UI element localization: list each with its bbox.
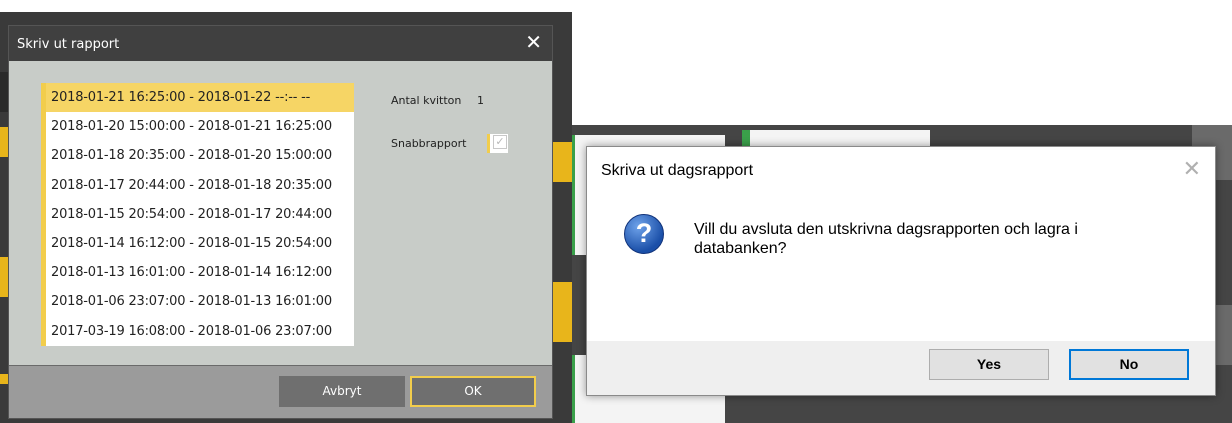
dialog-message: Vill du avsluta den utskrivna dagsrappor… [694, 220, 1194, 258]
bg-accent [553, 142, 572, 182]
cancel-button[interactable]: Avbryt [279, 376, 405, 407]
yes-button[interactable]: Yes [929, 349, 1049, 380]
dialog-footer: Yes No [587, 341, 1215, 395]
ok-button[interactable]: OK [410, 376, 536, 407]
list-item[interactable]: 2018-01-06 23:07:00 - 2018-01-13 16:01:0… [46, 287, 354, 316]
list-item[interactable]: 2017-03-19 16:08:00 - 2018-01-06 23:07:0… [46, 317, 354, 346]
bg-accent [0, 127, 8, 157]
message-line: Vill du avsluta den utskrivna dagsrappor… [694, 221, 1078, 238]
print-report-dialog: Skriv ut rapport ✕ 2018-01-21 16:25:00 -… [8, 25, 553, 419]
list-item[interactable]: 2018-01-14 16:12:00 - 2018-01-15 20:54:0… [46, 229, 354, 258]
quick-report-checkbox[interactable]: ✓ [487, 134, 508, 153]
list-item[interactable]: 2018-01-17 20:44:00 - 2018-01-18 20:35:0… [46, 171, 354, 200]
dialog-title: Skriva ut dagsrapport [601, 162, 754, 179]
quick-report-label: Snabbrapport [391, 137, 467, 150]
checkmark-icon: ✓ [493, 135, 507, 149]
daily-report-dialog: Skriva ut dagsrapport ✕ ? Vill du avslut… [586, 146, 1216, 396]
bg-accent [0, 374, 8, 384]
receipt-count-value: 1 [477, 94, 484, 107]
list-item[interactable]: 2018-01-21 16:25:00 - 2018-01-22 --:-- -… [46, 83, 354, 113]
list-item[interactable]: 2018-01-13 16:01:00 - 2018-01-14 16:12:0… [46, 258, 354, 287]
close-icon[interactable]: ✕ [1183, 157, 1201, 182]
dialog-titlebar: Skriv ut rapport ✕ [9, 26, 552, 61]
no-button[interactable]: No [1069, 349, 1189, 380]
receipt-count-label: Antal kvitton [391, 94, 462, 107]
list-item[interactable]: 2018-01-15 20:54:00 - 2018-01-17 20:44:0… [46, 200, 354, 229]
bg-accent [0, 257, 8, 297]
close-icon[interactable]: ✕ [525, 31, 542, 53]
list-item[interactable]: 2018-01-20 15:00:00 - 2018-01-21 16:25:0… [46, 112, 354, 141]
list-item[interactable]: 2018-01-18 20:35:00 - 2018-01-20 15:00:0… [46, 141, 354, 170]
dialog-footer: Avbryt OK [9, 365, 552, 418]
question-icon: ? [624, 214, 664, 254]
bg-strip [0, 72, 8, 112]
bg-accent [553, 282, 572, 342]
dialog-title: Skriv ut rapport [17, 37, 120, 52]
report-period-list[interactable]: 2018-01-21 16:25:00 - 2018-01-22 --:-- -… [41, 83, 354, 346]
message-line: databanken? [694, 240, 787, 257]
